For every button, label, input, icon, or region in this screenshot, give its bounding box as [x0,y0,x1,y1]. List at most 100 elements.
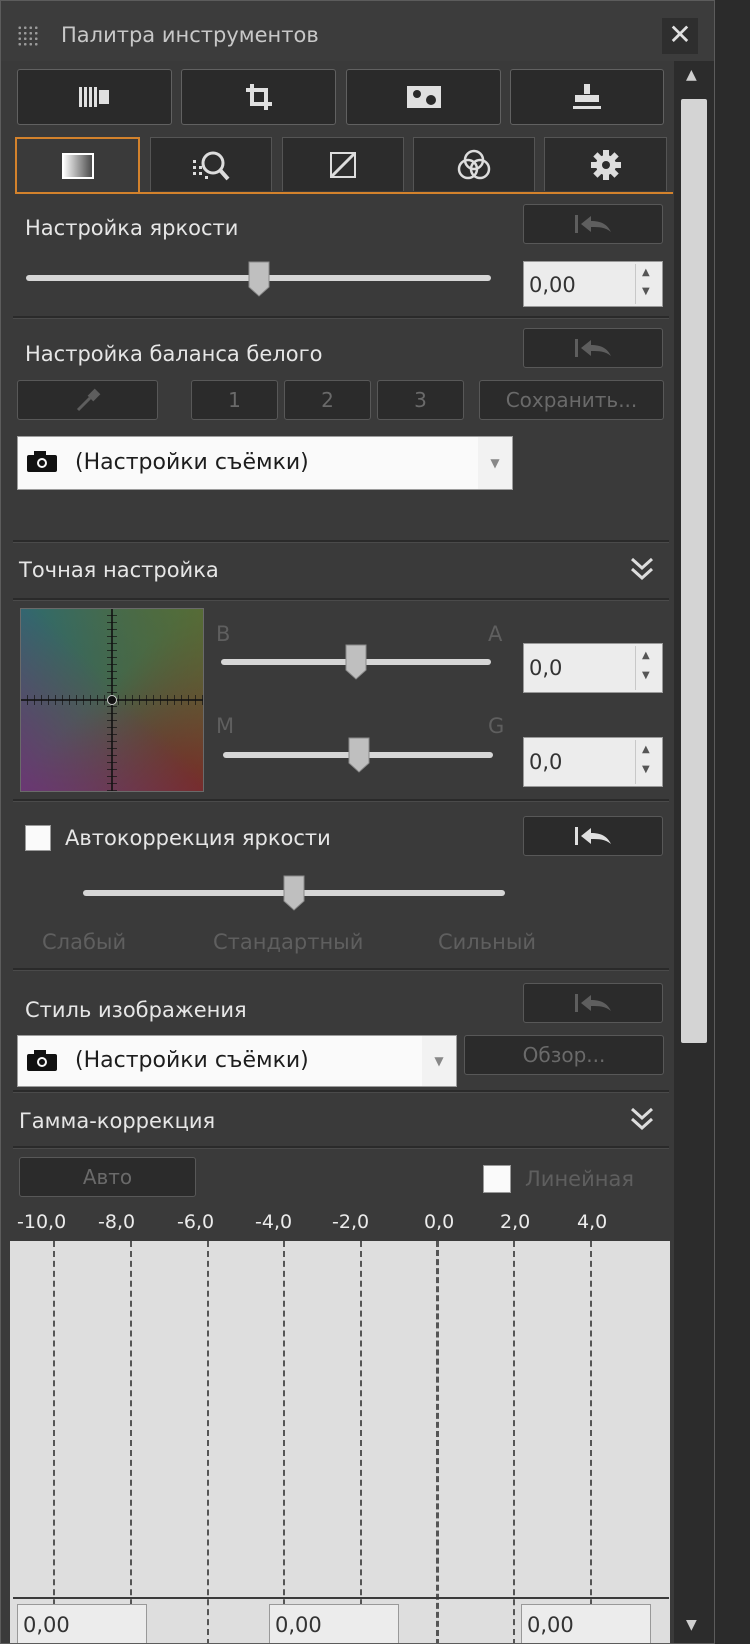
step-up-icon[interactable]: ▲ [642,650,650,661]
brightness-gradient-icon [61,153,94,179]
ba-stepper[interactable]: ▲ ▼ [635,646,660,690]
brightness-value-field[interactable]: 0,00 ▲ ▼ [523,261,663,307]
preset-2-button[interactable]: 2 [284,380,371,420]
tick-label: -2,0 [332,1211,370,1233]
tick-label: 0,0 [424,1211,455,1233]
mg-value-field[interactable]: 0,0 ▲ ▼ [523,737,663,787]
dust-removal-button[interactable] [346,69,501,125]
tool-palette-window: Палитра инструментов ✕ Настройка яркости… [0,0,715,1644]
white-balance-label: Настройка баланса белого [25,342,323,366]
auto-brightness-checkbox[interactable] [25,825,51,851]
brightness-label: Настройка яркости [25,216,239,240]
tab-brightness[interactable] [15,137,140,193]
brightness-reset-button[interactable] [523,204,663,244]
title-bar[interactable]: Палитра инструментов ✕ [1,1,714,61]
vertical-scrollbar[interactable]: ▲ ▼ [674,61,714,1643]
gamma-value-field-1[interactable]: 0,00 [17,1604,147,1643]
grid-line [207,1241,209,1643]
divider [13,1090,669,1093]
grid-line [513,1241,515,1643]
reset-icon [575,215,611,233]
gamma-graph[interactable] [10,1241,670,1643]
dropdown-arrow-icon[interactable]: ▼ [422,1036,456,1086]
brightness-stepper[interactable]: ▲ ▼ [635,264,660,304]
brightness-slider-thumb[interactable] [248,261,270,297]
browse-button[interactable]: Обзор... [464,1035,664,1075]
reset-icon [575,339,611,357]
scroll-up-icon[interactable]: ▲ [686,67,697,83]
film-strip-button[interactable] [17,69,172,125]
gamma-value-field-3[interactable]: 0,00 [521,1604,651,1643]
mg-slider-thumb[interactable] [348,737,370,773]
tick-label: -10,0 [17,1211,67,1233]
color-balance-grid[interactable] [20,608,204,792]
step-down-icon[interactable]: ▼ [642,286,650,297]
standard-label: Стандартный [213,930,364,954]
auto-brightness-slider-thumb[interactable] [283,875,305,911]
gamma-value-1: 0,00 [23,1613,70,1637]
white-balance-select[interactable]: (Настройки съёмки) ▼ [17,436,513,490]
gamma-value-3: 0,00 [527,1613,574,1637]
eyedropper-icon [76,388,100,412]
color-grid-point[interactable] [107,695,117,705]
divider [13,316,669,319]
gamma-value-field-2[interactable]: 0,00 [269,1604,399,1643]
a-label: A [488,622,503,646]
collapse-chevron-icon[interactable] [628,555,656,583]
tab-underline [15,192,673,194]
drag-grip-icon[interactable] [17,25,39,47]
mg-value: 0,0 [529,750,563,774]
eyedropper-button[interactable] [17,380,158,420]
step-down-icon[interactable]: ▼ [642,764,650,775]
camera-icon [27,1050,57,1071]
ba-value-field[interactable]: 0,0 ▲ ▼ [523,643,663,693]
stamp-button[interactable] [510,69,664,125]
m-label: M [216,714,235,738]
white-balance-reset-button[interactable] [523,328,663,368]
palette-content: Настройка яркости 0,00 ▲ ▼ Настройка бал… [1,61,674,1643]
ba-value: 0,0 [529,656,563,680]
scroll-down-icon[interactable]: ▼ [686,1617,697,1633]
ba-slider-thumb[interactable] [345,644,367,680]
tab-color[interactable] [413,137,535,191]
tab-bar [15,137,667,193]
tab-detail[interactable] [150,137,272,191]
image-dust-icon [406,86,441,108]
preset-1-button[interactable]: 1 [191,380,278,420]
auto-brightness-reset-button[interactable] [523,816,663,856]
collapse-chevron-icon[interactable] [628,1105,656,1133]
tick-label: -4,0 [255,1211,293,1233]
picture-style-select[interactable]: (Настройки съёмки) ▼ [17,1035,457,1087]
crop-button[interactable] [181,69,336,125]
step-up-icon[interactable]: ▲ [642,267,650,278]
save-button[interactable]: Сохранить... [479,380,664,420]
reset-icon [575,827,611,845]
scrollbar-thumb[interactable] [681,99,707,1043]
preset-3-button[interactable]: 3 [377,380,464,420]
tick-label: -8,0 [98,1211,136,1233]
dropdown-arrow-icon[interactable]: ▼ [478,437,512,489]
picture-style-reset-button[interactable] [523,983,663,1023]
close-button[interactable]: ✕ [662,18,698,54]
auto-button[interactable]: Авто [19,1157,196,1197]
film-strip-icon [78,87,109,107]
grid-line [53,1241,55,1643]
linear-checkbox[interactable] [483,1165,511,1193]
white-balance-selection: (Настройки съёмки) [75,450,309,475]
grid-line [283,1241,285,1643]
linear-label: Линейная [525,1167,634,1191]
divider [13,968,669,971]
mg-stepper[interactable]: ▲ ▼ [635,740,660,784]
crop-icon [245,84,272,110]
stamp-icon [573,84,601,109]
divider [13,540,669,543]
tab-curves[interactable] [282,137,404,191]
tab-settings[interactable] [544,137,667,191]
gear-icon [590,149,621,180]
tick-label: 2,0 [500,1211,531,1233]
camera-icon [27,451,57,472]
auto-brightness-label: Автокоррекция яркости [65,826,331,850]
step-up-icon[interactable]: ▲ [642,744,650,755]
magnifier-grid-icon [193,151,230,180]
step-down-icon[interactable]: ▼ [642,670,650,681]
